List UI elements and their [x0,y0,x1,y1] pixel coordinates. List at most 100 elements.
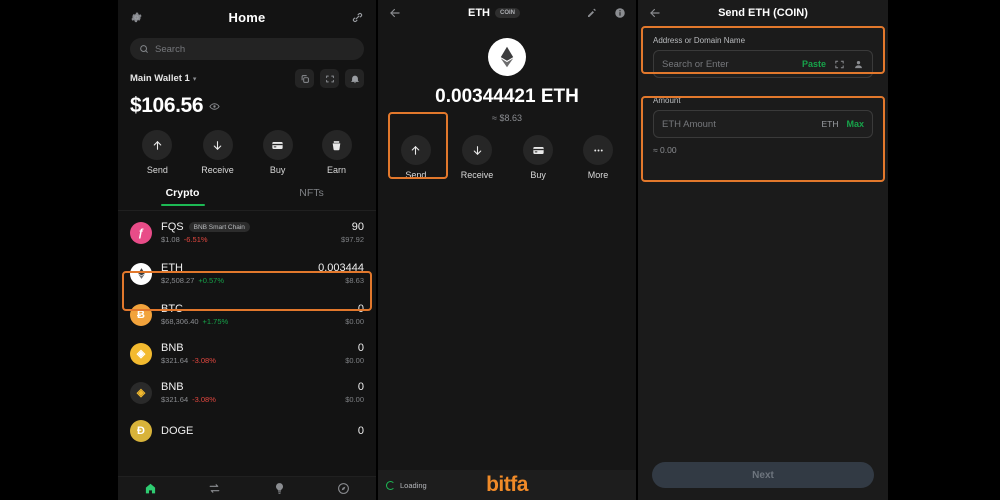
coin-type-badge: COIN [495,8,520,18]
tabs-divider [118,210,376,211]
total-balance: $106.56 [118,88,376,118]
bottom-navigation [118,476,376,500]
token-icon: Ƀ [130,303,152,326]
table-row[interactable]: Ƀ BTC $68,306.40 +1.75% 0 $0.00 [118,295,376,334]
token-usd-value: $97.92 [341,235,364,244]
wallet-name: Main Wallet 1 [130,73,190,84]
bulb-icon[interactable] [273,482,286,495]
amount-input-box[interactable]: ETH Max [653,110,873,138]
token-amount: 0 [357,425,364,437]
earn-icon [321,130,352,160]
token-icon [130,262,152,285]
search-icon [139,44,149,54]
home-action-earn[interactable]: Earn [321,130,352,175]
token-change: -3.08% [192,395,216,404]
token-chain-chip: BNB Smart Chain [188,222,250,232]
asset-action-buy[interactable]: Buy [523,135,554,180]
token-change: -6.51% [183,235,208,244]
amount-fiat-approx: ≈ 0.00 [653,145,677,155]
token-amount: 0 [357,303,364,315]
table-row[interactable]: ETH $2,508.27 +0.57% 0.003444 $8.63 [118,252,376,295]
arrow-down-icon [462,135,493,165]
table-row[interactable]: ◈ BNB $321.64 -3.08% 0 $0.00 [118,373,376,412]
token-symbol: BTC [161,303,183,315]
wallet-selector-bar: Main Wallet 1 ▾ [118,69,376,88]
home-action-receive[interactable]: Receive [201,130,234,175]
edit-icon[interactable] [586,7,598,19]
back-arrow-icon[interactable] [388,6,402,20]
address-input-box[interactable]: Paste [653,50,873,78]
address-field-group: Address or Domain Name Paste [646,30,880,86]
info-icon[interactable] [614,7,626,19]
tab-nfts[interactable]: NFTs [247,187,376,210]
token-price: $2,508.27 [161,276,195,285]
eye-icon[interactable] [209,101,220,112]
search-bar[interactable] [130,38,364,60]
token-amount: 0.003444 [318,262,364,274]
token-price: $321.64 [161,395,189,404]
home-action-row: Send Receive Buy Earn [118,118,376,175]
back-arrow-icon[interactable] [648,6,662,20]
home-action-earn-label: Earn [327,165,347,175]
arrow-up-icon [400,135,431,165]
bell-icon[interactable] [345,69,364,88]
next-button[interactable]: Next [652,462,874,488]
gear-icon[interactable] [130,11,143,24]
asset-action-row: Send Receive Buy More [378,135,636,180]
arrow-up-icon [142,130,173,160]
asset-action-send[interactable]: Send [400,135,431,180]
tab-crypto[interactable]: Crypto [118,187,247,210]
link-icon[interactable] [351,11,364,24]
token-symbol: DOGE [161,425,194,437]
asset-title: ETH [468,7,490,19]
card-icon [523,135,554,165]
token-icon: ƒ [130,221,152,244]
bitfa-logo: bitfa [486,473,528,496]
compass-icon[interactable] [337,482,350,495]
home-action-send[interactable]: Send [142,130,173,175]
page-title: Home [228,9,266,25]
token-usd-value: $0.00 [345,317,364,326]
asset-header: ETH COIN [378,0,636,26]
swap-icon[interactable] [208,482,221,495]
asset-action-receive[interactable]: Receive [460,135,494,180]
table-row[interactable]: Đ DOGE 0 [118,412,376,450]
asset-action-receive-label: Receive [460,170,494,180]
amount-input[interactable] [662,118,814,130]
search-input[interactable] [155,43,355,55]
paste-button[interactable]: Paste [802,59,826,69]
chevron-down-icon: ▾ [192,75,197,83]
scan-icon[interactable] [834,59,845,70]
home-action-buy[interactable]: Buy [262,130,293,175]
asset-action-more[interactable]: More [583,135,614,180]
send-title: Send ETH (COIN) [718,7,808,19]
token-usd-value: $0.00 [345,395,364,404]
token-amount: 90 [351,221,364,233]
token-list: ƒ FQS BNB Smart Chain $1.08 -6.51% 90 $9… [118,213,376,450]
token-amount: 0 [357,342,364,354]
copy-icon[interactable] [295,69,314,88]
amount-label: Amount [653,96,681,105]
amount-unit: ETH [821,119,839,129]
table-row[interactable]: ƒ FQS BNB Smart Chain $1.08 -6.51% 90 $9… [118,213,376,252]
max-button[interactable]: Max [846,119,864,129]
token-symbol: BNB [161,342,184,354]
table-row[interactable]: ◈ BNB $321.64 -3.08% 0 $0.00 [118,334,376,373]
arrow-down-icon [202,130,233,160]
asset-detail-panel: ETH COIN 0.00344421 ETH ≈ $8.63 Send Rec… [378,0,636,500]
home-header: Home [118,0,376,34]
token-icon: ◈ [130,342,152,365]
scan-icon[interactable] [320,69,339,88]
contact-icon[interactable] [853,59,864,70]
send-panel: Send ETH (COIN) Address or Domain Name P… [638,0,888,500]
home-icon[interactable] [144,482,157,495]
send-header: Send ETH (COIN) [638,0,888,26]
asset-title-group: ETH COIN [410,7,578,19]
token-symbol: BNB [161,381,184,393]
home-action-send-label: Send [146,165,168,175]
address-input[interactable] [662,58,794,70]
token-change: +1.75% [202,317,229,326]
wallet-selector[interactable]: Main Wallet 1 ▾ [130,73,196,84]
asset-balance: 0.00344421 ETH [435,86,579,107]
token-amount: 0 [357,381,364,393]
